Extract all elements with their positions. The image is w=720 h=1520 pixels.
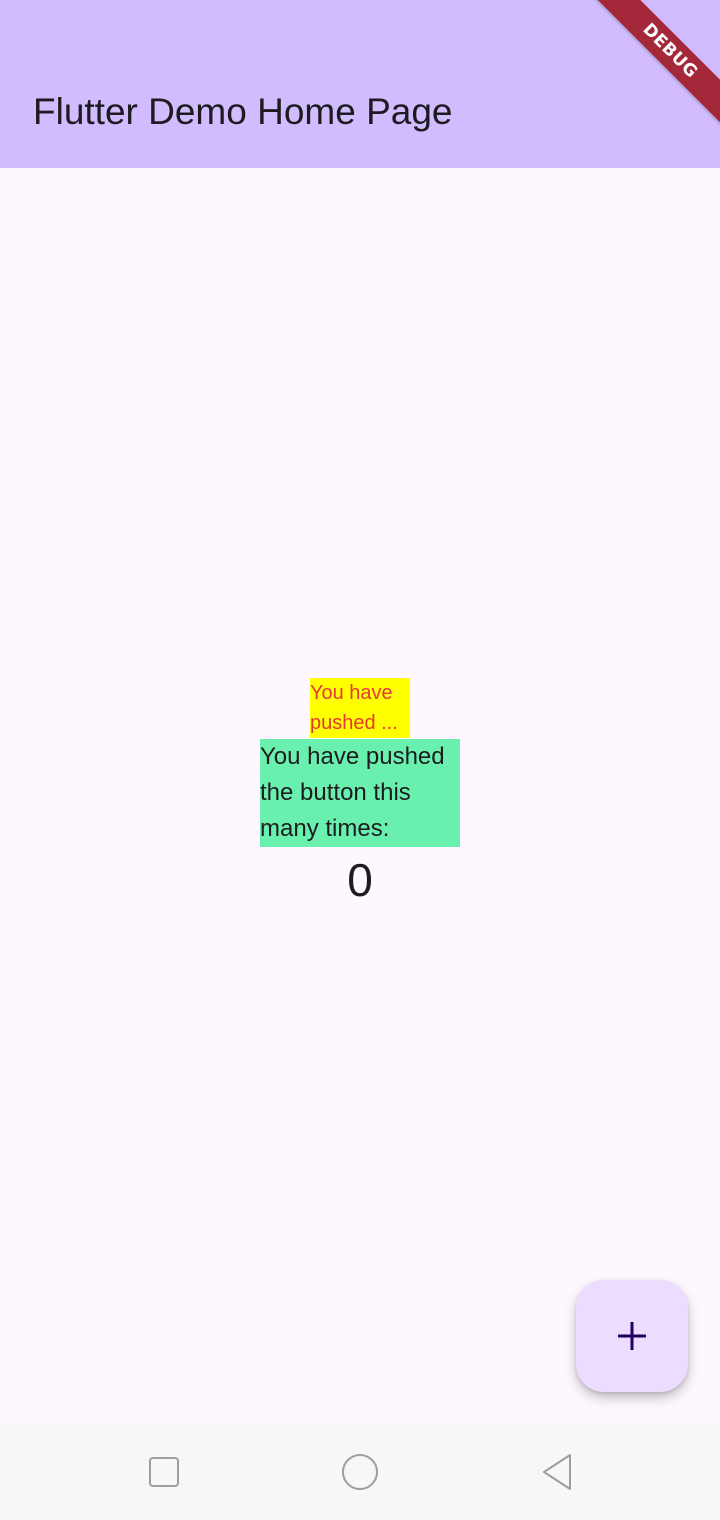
counter-value: 0 [347, 854, 373, 906]
home-button[interactable] [336, 1448, 384, 1496]
increment-button[interactable] [576, 1280, 688, 1392]
counter-description: You have pushed the button this many tim… [260, 739, 460, 847]
circle-home-icon [342, 1454, 378, 1490]
back-button[interactable] [532, 1448, 580, 1496]
plus-icon [618, 1322, 646, 1350]
truncated-message: You have pushed ... [310, 678, 410, 738]
system-nav-bar [0, 1424, 720, 1520]
app-bar: Flutter Demo Home Page [0, 0, 720, 168]
square-recents-icon [149, 1457, 179, 1487]
recents-button[interactable] [140, 1448, 188, 1496]
page-title: Flutter Demo Home Page [33, 91, 453, 132]
triangle-back-icon [543, 1454, 571, 1490]
